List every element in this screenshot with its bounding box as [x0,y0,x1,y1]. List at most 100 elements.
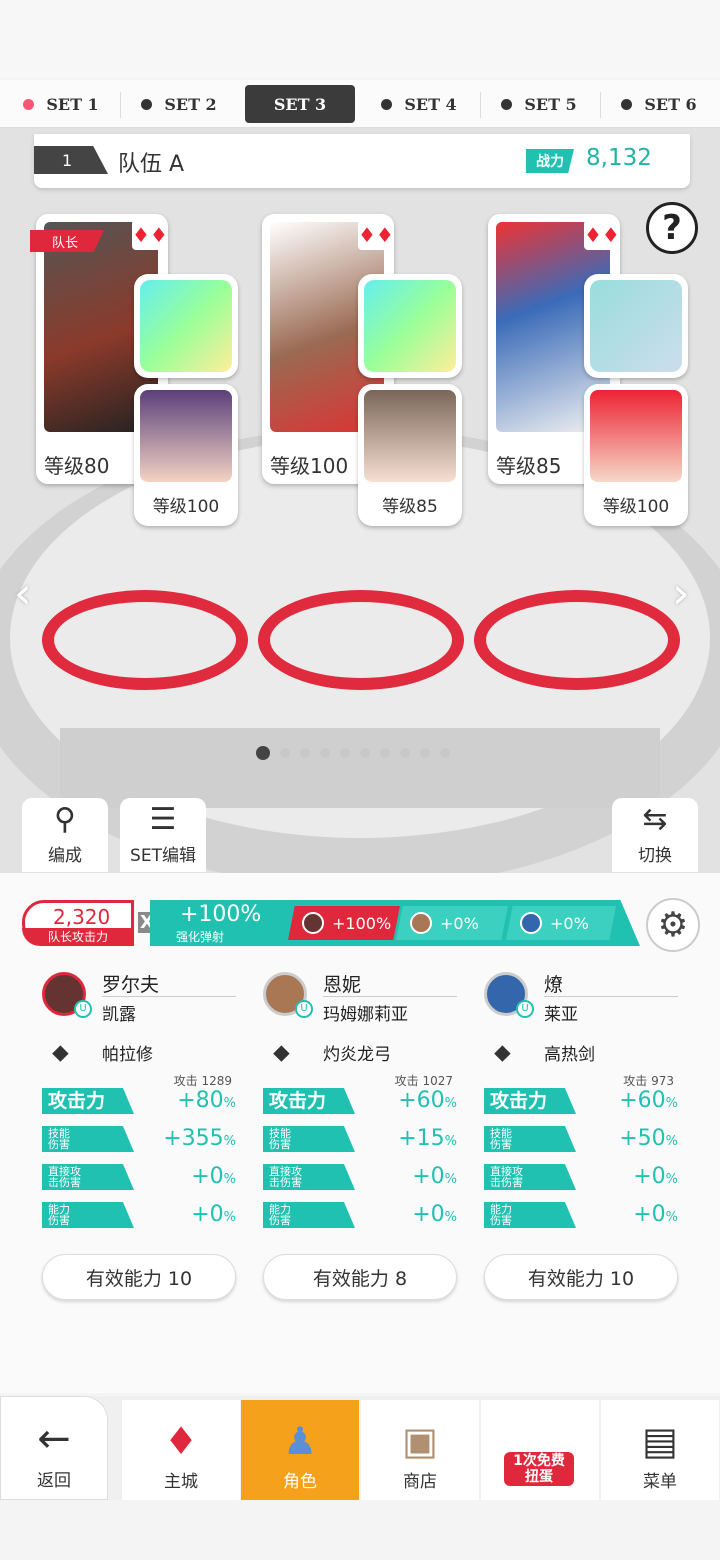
weapon-name: 高热剑 [544,1045,595,1065]
attack-reference: 攻击 1027 [394,1074,453,1088]
stat-attack: 攻击力 攻击 973 +60% [484,1074,678,1116]
diamond-suit-icon: ♦♦ [584,220,620,250]
stat-label: 直接攻 击伤害 [42,1164,134,1190]
tab-dot-icon [381,98,393,110]
weapon-slot-1[interactable] [134,274,238,378]
back-button[interactable]: ← 返回 [0,1396,108,1500]
divider [600,92,601,118]
tab-set-2[interactable]: SET 2 [124,85,234,123]
stat-label: 技能 伤害 [263,1126,355,1152]
pedestal-3 [474,590,680,690]
settings-gear-icon[interactable]: ⚙ [646,898,700,952]
tab-set-1[interactable]: SET 1 [6,85,116,123]
nav-character[interactable]: ♟ 角色 [241,1400,359,1500]
page-dot[interactable] [320,748,330,758]
team-number: 1 [34,146,108,174]
tab-set-3[interactable]: SET 3 [245,85,355,123]
system-navigation-bar [0,1500,720,1560]
effective-ability-button-1[interactable]: 有效能力 10 [42,1254,236,1300]
stat-label: 攻击力 [263,1088,355,1114]
stat-attack: 攻击力 攻击 1027 +60% [263,1074,457,1116]
leader-attack-value: 2,320 [53,905,111,929]
sub-character-slot-3[interactable]: 等级100 [584,384,688,526]
team-name[interactable]: 队伍 A [118,146,184,178]
page-dot[interactable] [380,748,390,758]
stat-unit: % [665,1096,678,1111]
stat-label: 攻击力 [484,1088,576,1114]
stat-unit: % [444,1096,457,1111]
tab-set-6[interactable]: SET 6 [604,85,714,123]
help-button[interactable]: ? [646,202,698,254]
weapon-name: 灼炎龙弓 [323,1045,391,1065]
sub-character-portrait [140,390,232,482]
page-dot[interactable] [280,748,290,758]
stat-unit: % [223,1210,236,1225]
divider [102,996,236,997]
stat-direct-damage: 直接攻 击伤害 +0% [263,1162,457,1192]
power-label: 战力 [526,149,574,173]
page-dot[interactable] [340,748,350,758]
nav-shop[interactable]: ▣ 商店 [361,1400,479,1500]
sub-character-level: 等级85 [382,497,438,517]
page-dot[interactable] [400,748,410,758]
previous-arrow-icon[interactable]: ‹ [14,568,32,619]
sub-character-slot-1[interactable]: 等级100 [134,384,238,526]
tab-dot-icon [23,98,35,110]
sub-character-level: 等级100 [602,497,670,517]
weapon-slot-3[interactable] [584,274,688,378]
stat-skill-damage: 技能 伤害 +15% [263,1124,457,1154]
nav-menu[interactable]: ▤ 菜单 [601,1400,719,1500]
shop-bag-icon: ▣ [402,1419,438,1463]
tab-set-4[interactable]: SET 4 [364,85,474,123]
set-edit-button[interactable]: ☰ SET编辑 [120,798,206,872]
page-dot[interactable] [420,748,430,758]
character-name: 罗尔夫 [102,974,160,996]
divider [544,996,678,997]
stat-unit: % [444,1134,457,1149]
stat-number: +15 [398,1126,445,1151]
nav-main-city[interactable]: ♦ 主城 [122,1400,240,1500]
stat-attack: 攻击力 攻击 1289 +80% [42,1074,236,1116]
character-name: 恩妮 [323,974,362,996]
stat-skill-damage: 技能 伤害 +50% [484,1124,678,1154]
page-dot[interactable] [440,748,450,758]
free-gacha-badge: 1次免费 扭蛋 [504,1452,574,1486]
tab-set-5[interactable]: SET 5 [484,85,594,123]
leader-attack-label: 队长攻击力 [22,928,134,946]
stat-value: +0% [191,1202,236,1227]
nav-label: 菜单 [643,1472,677,1492]
nav-label: 主城 [164,1472,198,1492]
list-icon: ☰ [149,802,177,837]
effective-ability-button-2[interactable]: 有效能力 8 [263,1254,457,1300]
team-edit-icon: ⚲ [54,802,76,837]
stat-direct-damage: 直接攻 击伤害 +0% [42,1162,236,1192]
stat-number: +0 [412,1202,445,1227]
page-dot[interactable] [256,746,270,760]
stat-label: 直接攻 击伤害 [484,1164,576,1190]
stat-label: 技能 伤害 [484,1126,576,1152]
effective-ability-button-3[interactable]: 有效能力 10 [484,1254,678,1300]
page-dot[interactable] [300,748,310,758]
sword-weapon-icon [590,280,682,372]
page-dot[interactable] [360,748,370,758]
stat-number: +60 [398,1088,445,1113]
stat-value: +0% [633,1164,678,1189]
buff-chip-1: +100% [288,906,400,940]
sub-character-level: 等级100 [152,497,220,517]
buff-main-value: +100% [180,902,262,927]
tab-label: SET 1 [46,94,99,114]
team-header: 1 队伍 A 战力 8,132 [34,134,690,188]
divider [323,996,457,997]
weapon-slot-2[interactable] [358,274,462,378]
stat-ability-damage: 能力 伤害 +0% [42,1200,236,1230]
buff-chip-2: +0% [396,906,508,940]
buff-bar[interactable]: +100% 强化弹射 +100% +0% +0% [150,900,640,946]
sub-character-slot-2[interactable]: 等级85 [358,384,462,526]
nav-label: 商店 [403,1472,437,1492]
switch-button[interactable]: ⇆ 切换 [612,798,698,872]
stat-number: +0 [191,1164,224,1189]
next-arrow-icon[interactable]: › [672,568,690,619]
formation-button[interactable]: ⚲ 编成 [22,798,108,872]
stat-unit: % [665,1172,678,1187]
stat-unit: % [223,1096,236,1111]
